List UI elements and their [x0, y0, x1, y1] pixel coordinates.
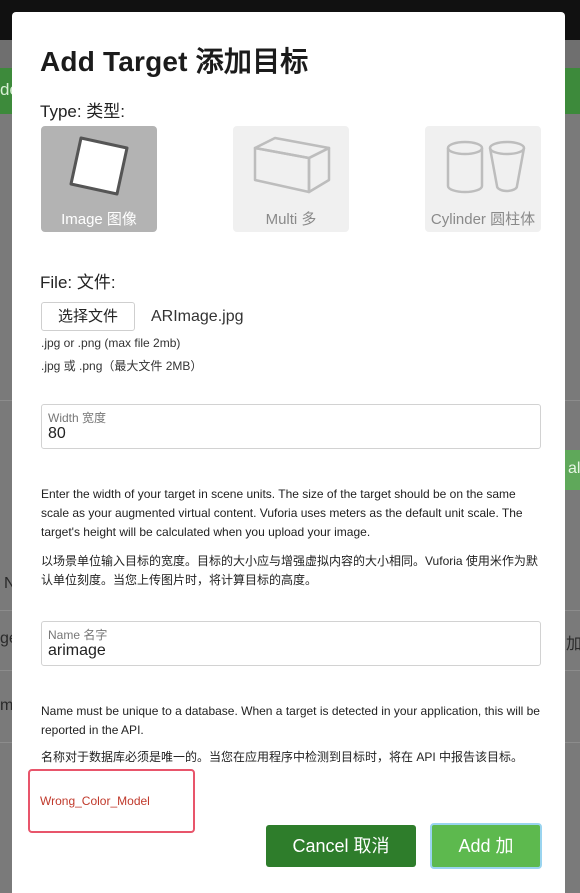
type-option-multi[interactable]: Multi 多: [233, 126, 349, 232]
type-option-image[interactable]: Image 图像: [41, 126, 157, 232]
type-option-cylinder[interactable]: Cylinder 圆柱体: [425, 126, 541, 232]
width-field-label: Width 宽度: [48, 411, 107, 425]
cancel-button[interactable]: Cancel 取消: [266, 825, 416, 867]
image-icon: [69, 136, 129, 196]
add-target-dialog: Add Target 添加目标 Type: 类型: Image 图像 Multi…: [12, 12, 565, 893]
error-message: Wrong_Color_Model: [40, 794, 150, 808]
selected-file-name: ARImage.jpg: [151, 308, 244, 325]
width-help-en: Enter the width of your target in scene …: [41, 487, 523, 539]
file-hint-en: .jpg or .png (max file 2mb): [41, 336, 181, 350]
type-option-label: Cylinder 圆柱体: [430, 211, 536, 228]
file-label: File: 文件:: [40, 273, 116, 292]
name-field-label: Name 名字: [48, 628, 108, 642]
cylinder-icon: [446, 140, 526, 194]
dialog-title: Add Target 添加目标: [40, 46, 309, 77]
width-field[interactable]: Width 宽度: [41, 404, 541, 449]
background-row-text: 加: [566, 636, 580, 653]
name-help-zh: 名称对于数据库必须是唯一的。当您在应用程序中检测到目标时，将在 API 中报告该…: [41, 750, 524, 764]
width-help-zh: 以场景单位输入目标的宽度。目标的大小应与增强虚拟内容的大小相同。Vuforia …: [41, 554, 538, 587]
type-label: Type: 类型:: [40, 102, 126, 121]
width-input[interactable]: [48, 425, 528, 443]
name-help-en: Name must be unique to a database. When …: [41, 704, 540, 737]
type-option-label: Image 图像: [61, 211, 137, 228]
name-field[interactable]: Name 名字: [41, 621, 541, 666]
cube-icon: [253, 136, 331, 194]
choose-file-button[interactable]: 选择文件: [41, 302, 135, 331]
file-hint-zh: .jpg 或 .png（最大文件 2MB）: [41, 359, 203, 373]
name-input[interactable]: [48, 642, 528, 660]
add-button[interactable]: Add 加: [430, 823, 542, 869]
type-option-label: Multi 多: [265, 211, 317, 228]
